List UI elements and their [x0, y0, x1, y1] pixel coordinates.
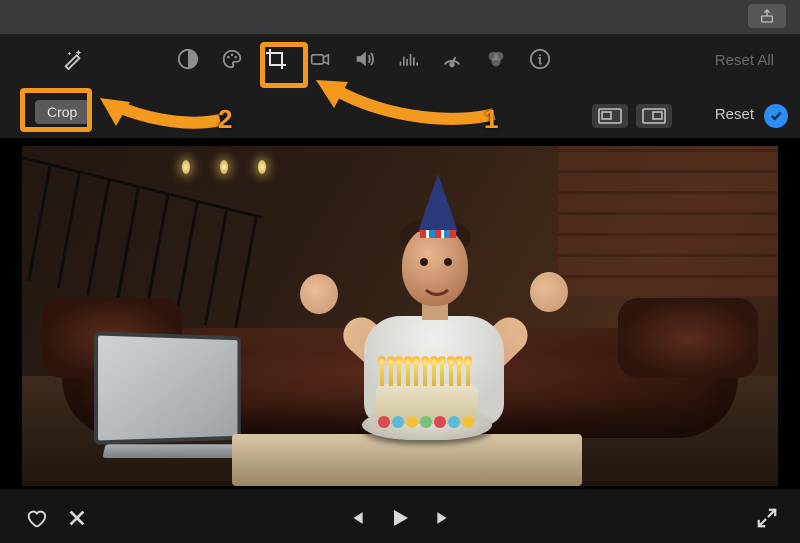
window-titlebar — [0, 0, 800, 34]
apply-crop-button[interactable] — [764, 104, 788, 128]
annotation-arrow-2 — [94, 92, 224, 132]
color-palette-button[interactable] — [219, 46, 245, 72]
annotation-label-2: 2 — [218, 104, 232, 135]
skip-back-icon — [346, 508, 366, 528]
color-balance-icon — [484, 48, 508, 70]
magic-wand-icon — [62, 48, 84, 70]
clip-info-button[interactable] — [527, 46, 553, 72]
reset-crop-button[interactable]: Reset — [715, 106, 754, 123]
x-icon — [66, 507, 88, 529]
volume-button[interactable] — [351, 46, 377, 72]
camera-icon — [308, 49, 332, 69]
contrast-icon — [177, 48, 199, 70]
skip-back-button[interactable] — [346, 508, 366, 528]
playback-bar — [0, 489, 800, 543]
share-icon — [759, 8, 775, 24]
skip-forward-icon — [434, 508, 454, 528]
skip-forward-button[interactable] — [434, 508, 454, 528]
annotation-arrow-1 — [308, 72, 498, 128]
volume-icon — [352, 48, 376, 70]
annotation-highlight-crop-tool — [260, 42, 308, 88]
heart-icon — [24, 507, 48, 529]
expand-icon — [756, 507, 778, 529]
color-correction-button[interactable] — [175, 46, 201, 72]
noise-reduction-button[interactable] — [395, 46, 421, 72]
reset-all-button[interactable]: Reset All — [715, 52, 774, 69]
color-palette-icon — [220, 48, 244, 70]
play-button[interactable] — [388, 505, 412, 531]
share-button[interactable] — [748, 4, 786, 28]
checkmark-icon — [769, 109, 783, 123]
favorite-button[interactable] — [24, 507, 48, 529]
fullscreen-button[interactable] — [756, 507, 778, 529]
info-icon — [529, 48, 551, 70]
stabilization-button[interactable] — [307, 46, 333, 72]
color-balance-button[interactable] — [483, 46, 509, 72]
equalizer-icon — [397, 49, 419, 69]
annotation-highlight-crop-pill — [20, 88, 92, 132]
video-preview[interactable] — [22, 146, 778, 486]
kenburns-start-icon — [598, 108, 622, 124]
preview-frame-content — [22, 146, 778, 486]
speed-dial-icon — [440, 48, 464, 70]
speed-button[interactable] — [439, 46, 465, 72]
kenburns-end-icon — [642, 108, 666, 124]
reject-button[interactable] — [66, 507, 88, 529]
play-icon — [388, 505, 412, 531]
kenburns-start-button[interactable] — [592, 104, 628, 128]
annotation-label-1: 1 — [484, 104, 498, 135]
kenburns-end-button[interactable] — [636, 104, 672, 128]
magic-wand-button[interactable] — [62, 48, 84, 70]
